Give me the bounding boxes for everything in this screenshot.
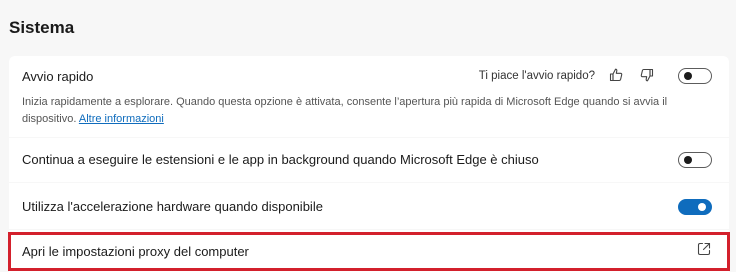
background-apps-label: Continua a eseguire le estensioni e le a… xyxy=(22,152,539,167)
startup-boost-feedback-prompt: Ti piace l'avvio rapido? xyxy=(478,70,595,82)
settings-page: Sistema Avvio rapido Ti piace l'avvio ra… xyxy=(0,0,736,272)
startup-boost-description: Inizia rapidamente a esplorare. Quando q… xyxy=(22,94,712,128)
hardware-acceleration-card: Utilizza l'accelerazione hardware quando… xyxy=(9,183,729,229)
external-link-icon[interactable] xyxy=(696,241,712,257)
proxy-settings-label: Apri le impostazioni proxy del computer xyxy=(22,244,249,259)
thumbs-up-icon[interactable] xyxy=(606,65,626,85)
hardware-acceleration-label: Utilizza l'accelerazione hardware quando… xyxy=(22,199,323,214)
toggle-knob xyxy=(684,72,692,80)
toggle-knob xyxy=(684,156,692,164)
toggle-knob xyxy=(698,203,706,211)
startup-boost-card: Avvio rapido Ti piace l'avvio rapido? In… xyxy=(9,56,729,137)
hardware-acceleration-toggle[interactable] xyxy=(678,199,712,215)
background-apps-toggle[interactable] xyxy=(678,152,712,168)
thumbs-down-icon[interactable] xyxy=(637,65,657,85)
learn-more-link[interactable]: Altre informazioni xyxy=(79,113,164,125)
startup-boost-label: Avvio rapido xyxy=(22,69,94,84)
background-apps-card: Continua a eseguire le estensioni e le a… xyxy=(9,138,729,182)
startup-boost-toggle[interactable] xyxy=(678,68,712,84)
section-title: Sistema xyxy=(9,18,75,37)
proxy-settings-row[interactable]: Apri le impostazioni proxy del computer xyxy=(9,230,729,272)
